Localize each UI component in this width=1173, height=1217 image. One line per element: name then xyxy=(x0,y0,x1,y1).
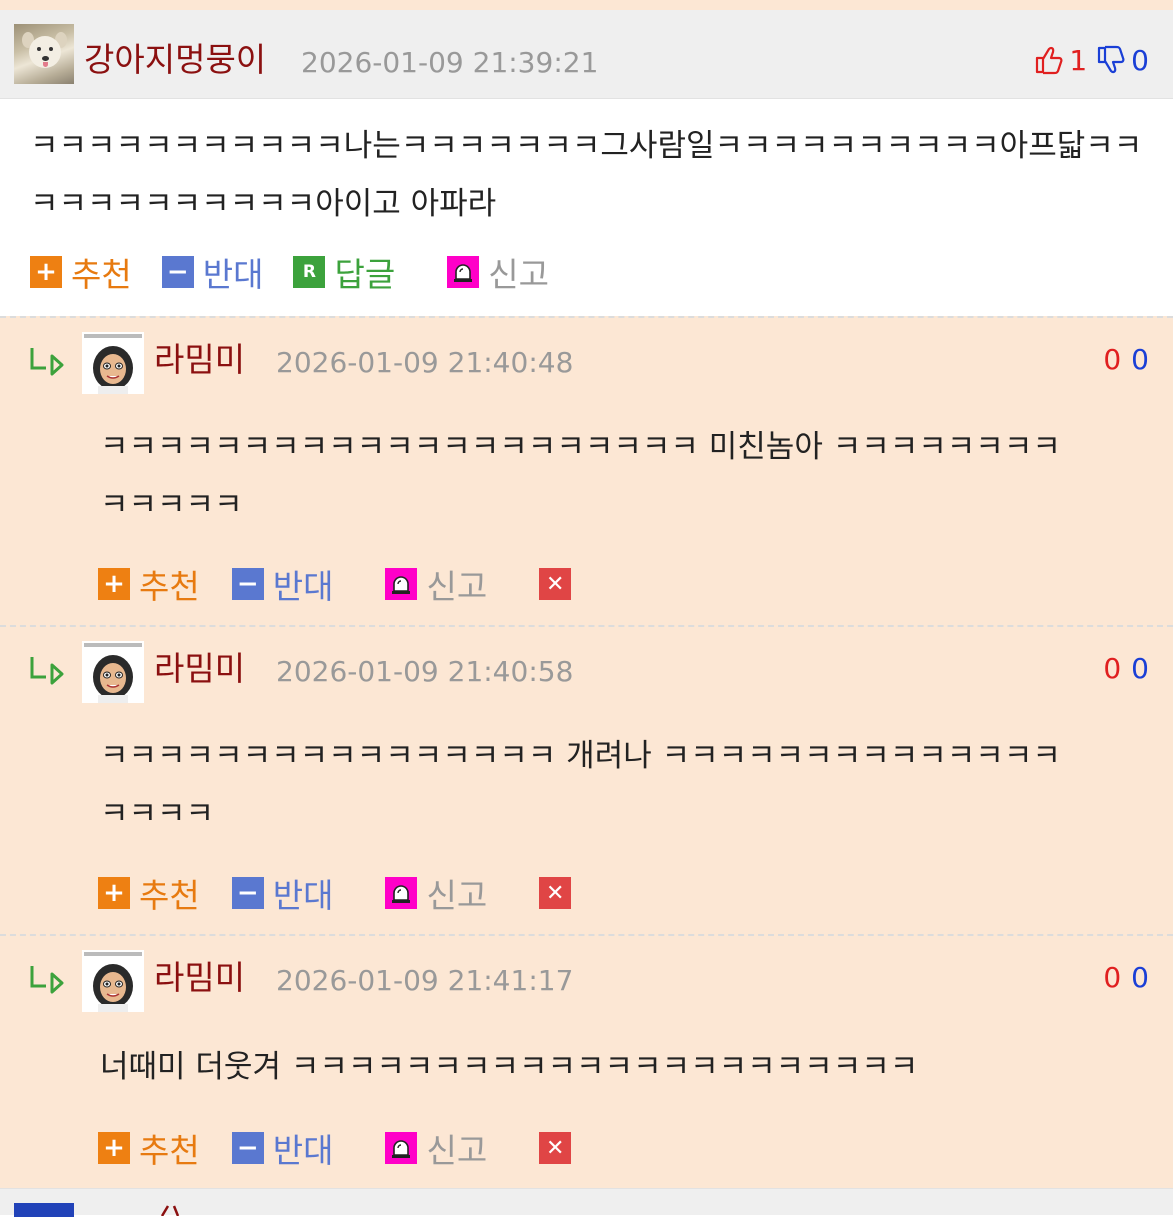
minus-icon: − xyxy=(161,256,194,288)
avatar-tongue xyxy=(43,62,48,67)
siren-icon xyxy=(385,877,418,909)
siren-icon xyxy=(447,256,480,288)
reply-actions: + 추천 − 반대 신고 ✕ xyxy=(98,1128,612,1170)
reply-datetime: 2026-01-09 21:40:48 xyxy=(276,346,574,379)
reply-nickname[interactable]: 라밈미 xyxy=(154,340,245,380)
recommend-label: 추천 xyxy=(139,1131,200,1170)
upvote-count: 1 xyxy=(1069,43,1088,77)
downvote-count: 0 xyxy=(1131,343,1149,376)
thumbs-down-icon[interactable] xyxy=(1095,44,1127,76)
recommend-button[interactable]: + 추천 xyxy=(98,560,200,608)
comment-text: ㅋㅋㅋㅋㅋㅋㅋㅋㅋㅋㅋ나는ㅋㅋㅋㅋㅋㅋㅋ그사람일ㅋㅋㅋㅋㅋㅋㅋㅋㅋㅋ아프닯ㅋㅋㅋ… xyxy=(30,128,1143,222)
comment-nickname[interactable]: 강아지멍뭉이 xyxy=(84,40,266,80)
avatar-eye xyxy=(49,47,53,51)
oppose-button[interactable]: − 반대 xyxy=(231,1124,334,1172)
downvote-count: 0 xyxy=(1131,43,1149,77)
reply-datetime: 2026-01-09 21:40:58 xyxy=(276,655,574,688)
reply-button[interactable]: R 답글 xyxy=(293,248,395,296)
comment-datetime: 2026-01-09 21:39:21 xyxy=(301,46,599,79)
nickname-fragment xyxy=(160,1205,180,1216)
downvote-count: 0 xyxy=(1131,961,1149,994)
plus-icon: + xyxy=(98,877,130,909)
reply-item: 라밈미 2026-01-09 21:40:48 00 ㅋㅋㅋㅋㅋㅋㅋㅋㅋㅋㅋㅋㅋ… xyxy=(0,316,1173,627)
comment-actions: + 추천 − 반대 R 답글 신고 xyxy=(30,252,579,294)
plus-icon: + xyxy=(98,568,130,600)
report-button[interactable]: 신고 xyxy=(385,1124,487,1172)
recommend-button[interactable]: + 추천 xyxy=(30,248,132,296)
vote-counts: 1 0 xyxy=(1033,40,1149,80)
oppose-button[interactable]: − 반대 xyxy=(161,248,264,296)
reply-text-line: ㅋㅋㅋㅋ xyxy=(100,796,215,832)
main-comment-header: 강아지멍뭉이 2026-01-09 21:39:21 1 0 xyxy=(0,10,1173,99)
plus-icon: + xyxy=(30,256,62,288)
oppose-button[interactable]: − 반대 xyxy=(231,869,334,917)
avatar[interactable] xyxy=(82,332,144,394)
close-icon: ✕ xyxy=(539,568,572,600)
reply-vote-counts: 00 xyxy=(1103,340,1149,380)
reply-text-line: ㅋㅋㅋㅋㅋㅋㅋㅋㅋㅋㅋㅋㅋㅋㅋㅋ 개려나 ㅋㅋㅋㅋㅋㅋㅋㅋㅋㅋㅋㅋㅋㅋ xyxy=(100,738,1061,774)
avatar[interactable] xyxy=(82,950,144,1012)
oppose-label: 반대 xyxy=(272,567,334,606)
minus-icon: − xyxy=(231,568,264,600)
plus-icon: + xyxy=(98,1132,130,1164)
close-icon: ✕ xyxy=(539,1132,572,1164)
reply-text-line: ㅋㅋㅋㅋㅋㅋㅋㅋㅋㅋㅋㅋㅋㅋㅋㅋㅋㅋㅋㅋㅋ 미친놈아 ㅋㅋㅋㅋㅋㅋㅋㅋ xyxy=(100,429,1061,465)
avatar[interactable] xyxy=(14,24,74,84)
oppose-label: 반대 xyxy=(202,255,264,294)
delete-button[interactable]: ✕ xyxy=(539,1132,580,1164)
reply-nickname[interactable]: 라밈미 xyxy=(154,958,245,998)
reply-arrow-icon xyxy=(30,966,64,994)
reply-text: ㅋㅋㅋㅋㅋㅋㅋㅋㅋㅋㅋㅋㅋㅋㅋㅋ 개려나 ㅋㅋㅋㅋㅋㅋㅋㅋㅋㅋㅋㅋㅋㅋ ㅋㅋㅋㅋ xyxy=(100,727,1150,843)
report-button[interactable]: 신고 xyxy=(385,560,487,608)
oppose-label: 반대 xyxy=(272,876,334,915)
report-label: 신고 xyxy=(426,567,488,606)
report-label: 신고 xyxy=(426,876,488,915)
delete-button[interactable]: ✕ xyxy=(539,568,580,600)
reply-text-line: ㅋㅋㅋㅋㅋ xyxy=(100,487,243,523)
reply-item: 라밈미 2026-01-09 21:40:58 00 ㅋㅋㅋㅋㅋㅋㅋㅋㅋㅋㅋㅋㅋ… xyxy=(0,625,1173,936)
delete-button[interactable]: ✕ xyxy=(539,877,580,909)
minus-icon: − xyxy=(231,1132,264,1164)
avatar-eye xyxy=(37,47,41,51)
oppose-button[interactable]: − 반대 xyxy=(231,560,334,608)
recommend-button[interactable]: + 추천 xyxy=(98,869,200,917)
reply-text-line: 너때미 더웃겨 ㅋㅋㅋㅋㅋㅋㅋㅋㅋㅋㅋㅋㅋㅋㅋㅋㅋㅋㅋㅋㅋㅋ xyxy=(100,1049,919,1085)
reply-text: ㅋㅋㅋㅋㅋㅋㅋㅋㅋㅋㅋㅋㅋㅋㅋㅋㅋㅋㅋㅋㅋ 미친놈아 ㅋㅋㅋㅋㅋㅋㅋㅋ ㅋㅋㅋㅋ… xyxy=(100,418,1150,534)
avatar-face xyxy=(29,36,61,68)
reply-vote-counts: 00 xyxy=(1103,958,1149,998)
avatar[interactable] xyxy=(82,641,144,703)
downvote-count: 0 xyxy=(1131,652,1149,685)
reply-label: 답글 xyxy=(334,255,396,294)
report-button[interactable]: 신고 xyxy=(385,869,487,917)
oppose-label: 반대 xyxy=(272,1131,334,1170)
siren-icon xyxy=(385,1132,418,1164)
report-label: 신고 xyxy=(426,1131,488,1170)
reply-arrow-icon xyxy=(30,657,64,685)
recommend-label: 추천 xyxy=(139,567,200,606)
siren-icon xyxy=(385,568,418,600)
reply-datetime: 2026-01-09 21:41:17 xyxy=(276,964,574,997)
upvote-count: 0 xyxy=(1103,961,1122,994)
recommend-label: 추천 xyxy=(71,255,132,294)
upvote-count: 0 xyxy=(1103,652,1122,685)
reply-actions: + 추천 − 반대 신고 ✕ xyxy=(98,873,612,915)
report-button[interactable]: 신고 xyxy=(447,248,549,296)
next-comment-header xyxy=(0,1188,1173,1217)
upvote-count: 0 xyxy=(1103,343,1122,376)
reply-arrow-icon xyxy=(30,348,64,376)
thumbs-up-icon[interactable] xyxy=(1033,44,1065,76)
avatar-nose xyxy=(42,56,49,61)
reply-icon: R xyxy=(293,256,326,288)
report-label: 신고 xyxy=(488,255,549,294)
reply-nickname[interactable]: 라밈미 xyxy=(154,649,245,689)
reply-actions: + 추천 − 반대 신고 ✕ xyxy=(98,564,612,606)
recommend-button[interactable]: + 추천 xyxy=(98,1124,200,1172)
minus-icon: − xyxy=(231,877,264,909)
recommend-label: 추천 xyxy=(139,876,200,915)
reply-vote-counts: 00 xyxy=(1103,649,1149,689)
top-strip xyxy=(0,0,1173,10)
reply-text: 너때미 더웃겨 ㅋㅋㅋㅋㅋㅋㅋㅋㅋㅋㅋㅋㅋㅋㅋㅋㅋㅋㅋㅋㅋㅋ xyxy=(100,1038,1150,1096)
close-icon: ✕ xyxy=(539,877,572,909)
reply-item: 라밈미 2026-01-09 21:41:17 00 너때미 더웃겨 ㅋㅋㅋㅋㅋ… xyxy=(0,934,1173,1188)
